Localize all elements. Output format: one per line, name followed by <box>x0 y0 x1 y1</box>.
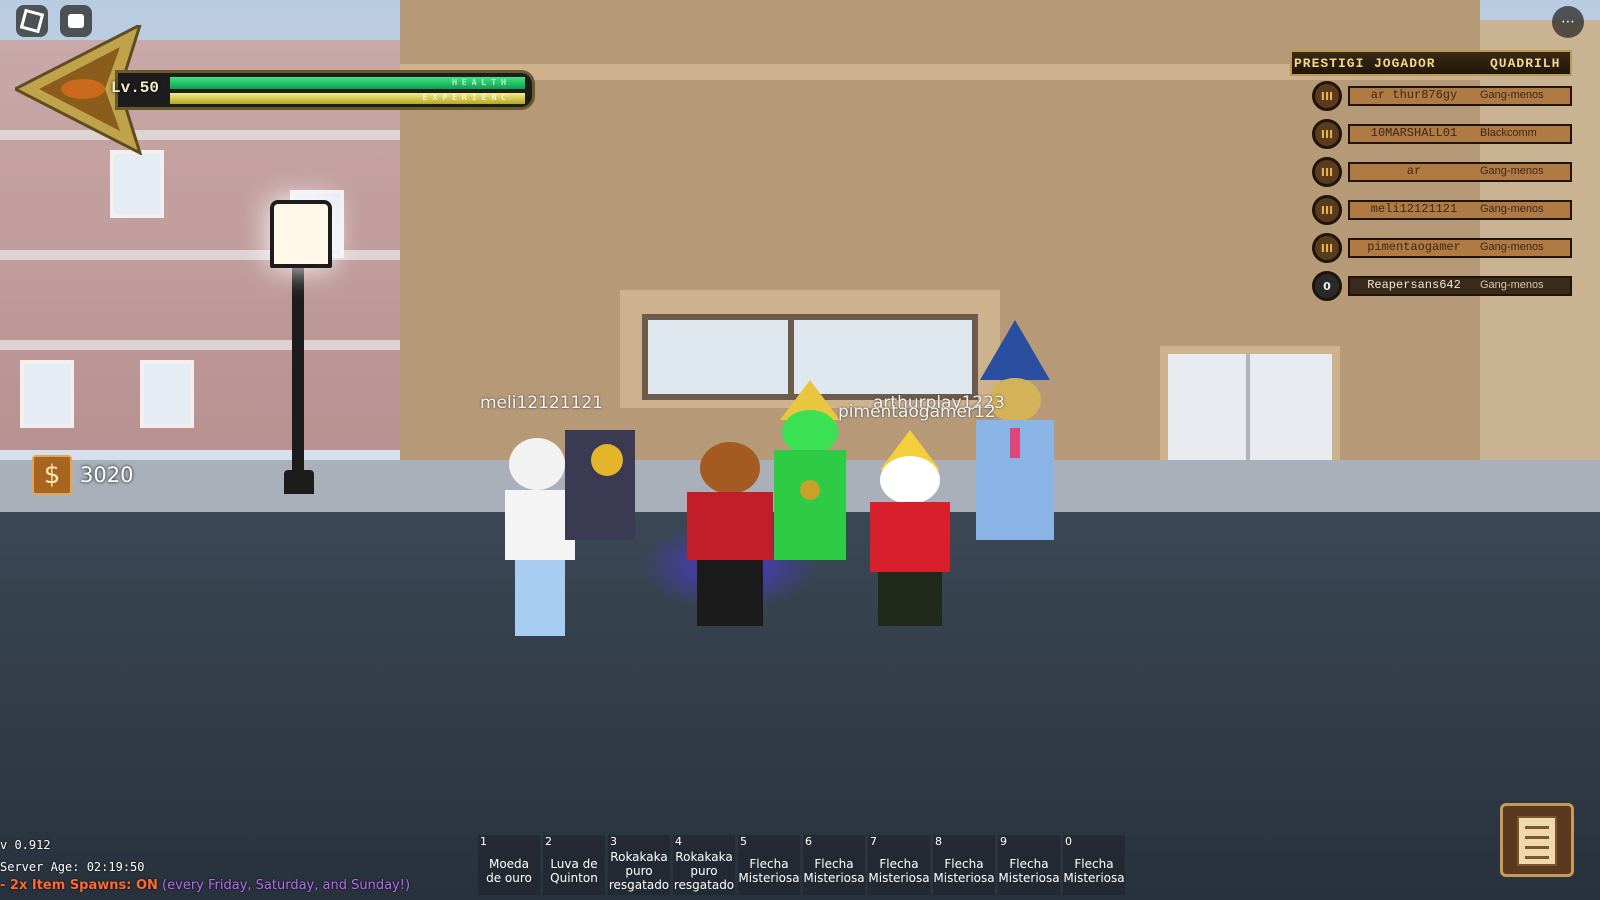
slot-key: 6 <box>805 835 812 848</box>
leaderboard-row[interactable]: III ar thur876gy Gang-menos <box>1290 76 1572 114</box>
street-lamp-base <box>284 470 314 494</box>
leaderboard-gang-name: Gang-menos <box>1480 89 1544 101</box>
server-age: Server Age: 02:19:50 <box>0 860 145 874</box>
prestige-badge-icon: III <box>1312 119 1342 149</box>
slot-key: 8 <box>935 835 942 848</box>
journal-button[interactable] <box>1500 803 1574 877</box>
hotbar-slot[interactable]: 4 Rokakaka puro resgatado <box>673 835 735 895</box>
slot-item-name: Luva de Quinton <box>550 857 598 885</box>
hotbar-slot[interactable]: 0 Flecha Misteriosa <box>1063 835 1125 895</box>
game-version: v 0.912 <box>0 838 51 852</box>
leaderboard-gang-name: Gang-menos <box>1480 165 1544 177</box>
leaderboard-row[interactable]: III pimentaogamer Gang-menos <box>1290 228 1572 266</box>
slot-item-name: Moeda de ouro <box>486 857 532 885</box>
leaderboard-player-name: Reapersans642 <box>1367 278 1461 292</box>
slot-item-name: Flecha Misteriosa <box>933 857 995 885</box>
slot-item-name: Flecha Misteriosa <box>803 857 865 885</box>
prestige-badge-icon: III <box>1312 81 1342 111</box>
slot-item-name: Rokakaka puro resgatado <box>673 850 735 892</box>
event-status: - 2x Item Spawns: ON <box>0 878 158 893</box>
slot-item-name: Flecha Misteriosa <box>738 857 800 885</box>
leaderboard-row[interactable]: 0 Reapersans642 Gang-menos <box>1290 266 1572 304</box>
slot-item-name: Flecha Misteriosa <box>998 857 1060 885</box>
hotbar-slot[interactable]: 1 Moeda de ouro <box>478 835 540 895</box>
street-lamp <box>292 230 304 490</box>
more-menu-button[interactable]: ⋯ <box>1552 6 1584 38</box>
leaderboard-player-name: 10MARSHALL01 <box>1370 126 1458 140</box>
street-lamp-light <box>270 200 332 268</box>
health-bar: HEALTH <box>170 77 525 89</box>
money-value: 3020 <box>80 463 134 487</box>
hotbar-slot[interactable]: 3 Rokakaka puro resgatado <box>608 835 670 895</box>
dollar-icon: $ <box>32 455 72 495</box>
hotbar-slot[interactable]: 8 Flecha Misteriosa <box>933 835 995 895</box>
slot-key: 9 <box>1000 835 1007 848</box>
slot-key: 7 <box>870 835 877 848</box>
leaderboard-player-name: meli12121121 <box>1370 202 1458 216</box>
column-prestige: PRESTIGI <box>1294 56 1365 71</box>
nametag-meli: meli12121121 <box>480 393 603 413</box>
hotbar-slot[interactable]: 6 Flecha Misteriosa <box>803 835 865 895</box>
journal-icon <box>1517 816 1557 866</box>
player-character-blonde[interactable] <box>840 430 980 630</box>
nametag-pimentao: pimentaogamer12 <box>838 402 996 422</box>
leaderboard-row[interactable]: III ar Gang-menos <box>1290 152 1572 190</box>
leaderboard-gang-name: Gang-menos <box>1480 279 1544 291</box>
slot-item-name: Rokakaka puro resgatado <box>608 850 670 892</box>
player-character-meli[interactable] <box>495 420 645 640</box>
more-icon: ⋯ <box>1561 14 1575 30</box>
prestige-badge-icon: 0 <box>1312 271 1342 301</box>
event-schedule: (every Friday, Saturday, and Sunday!) <box>157 878 411 893</box>
hotbar-slot[interactable]: 5 Flecha Misteriosa <box>738 835 800 895</box>
slot-key: 3 <box>610 835 617 848</box>
slot-key: 4 <box>675 835 682 848</box>
white-double-door <box>1160 346 1340 472</box>
slot-key: 5 <box>740 835 747 848</box>
leaderboard-row[interactable]: III 10MARSHALL01 Blackcomm <box>1290 114 1572 152</box>
hotbar-slot[interactable]: 7 Flecha Misteriosa <box>868 835 930 895</box>
prestige-badge-icon: III <box>1312 233 1342 263</box>
experience-label: EXPERIENC <box>422 93 511 102</box>
hotbar-slot[interactable]: 9 Flecha Misteriosa <box>998 835 1060 895</box>
stand-blue-armored[interactable] <box>960 320 1070 550</box>
leaderboard-gang-name: Gang-menos <box>1480 241 1544 253</box>
experience-bar: EXPERIENC <box>170 93 525 104</box>
column-gang: QUADRILH <box>1490 56 1561 71</box>
player-status-hud: HEALTH EXPERIENC Lv.50 <box>15 25 535 155</box>
column-player: JOGADOR <box>1374 56 1436 71</box>
event-banner: - 2x Item Spawns: ON (every Friday, Satu… <box>0 878 410 894</box>
slot-key: 1 <box>480 835 487 848</box>
health-label: HEALTH <box>452 78 511 87</box>
prestige-badge-icon: III <box>1312 157 1342 187</box>
slot-item-name: Flecha Misteriosa <box>868 857 930 885</box>
status-bars: HEALTH EXPERIENC <box>115 70 535 110</box>
leaderboard-player-name: ar <box>1406 164 1422 178</box>
hotbar-slot[interactable]: 2 Luva de Quinton <box>543 835 605 895</box>
leaderboard-player-name: ar thur876gy <box>1370 88 1458 102</box>
leaderboard-player-name: pimentaogamer <box>1367 240 1461 254</box>
level-label: Lv.50 <box>111 79 160 97</box>
inventory-hotbar: 1 Moeda de ouro 2 Luva de Quinton 3 Rokakak… <box>478 835 1128 895</box>
slot-key: 0 <box>1065 835 1072 848</box>
player-leaderboard: PRESTIGI JOGADOR QUADRILH III ar thur876… <box>1290 50 1572 304</box>
slot-key: 2 <box>545 835 552 848</box>
slot-item-name: Flecha Misteriosa <box>1063 857 1125 885</box>
leaderboard-gang-name: Blackcomm <box>1480 127 1537 139</box>
prestige-badge-icon: III <box>1312 195 1342 225</box>
leaderboard-header: PRESTIGI JOGADOR QUADRILH <box>1290 50 1572 76</box>
leaderboard-row[interactable]: III meli12121121 Gang-menos <box>1290 190 1572 228</box>
leaderboard-gang-name: Gang-menos <box>1480 203 1544 215</box>
money-display: $ 3020 <box>32 455 133 495</box>
